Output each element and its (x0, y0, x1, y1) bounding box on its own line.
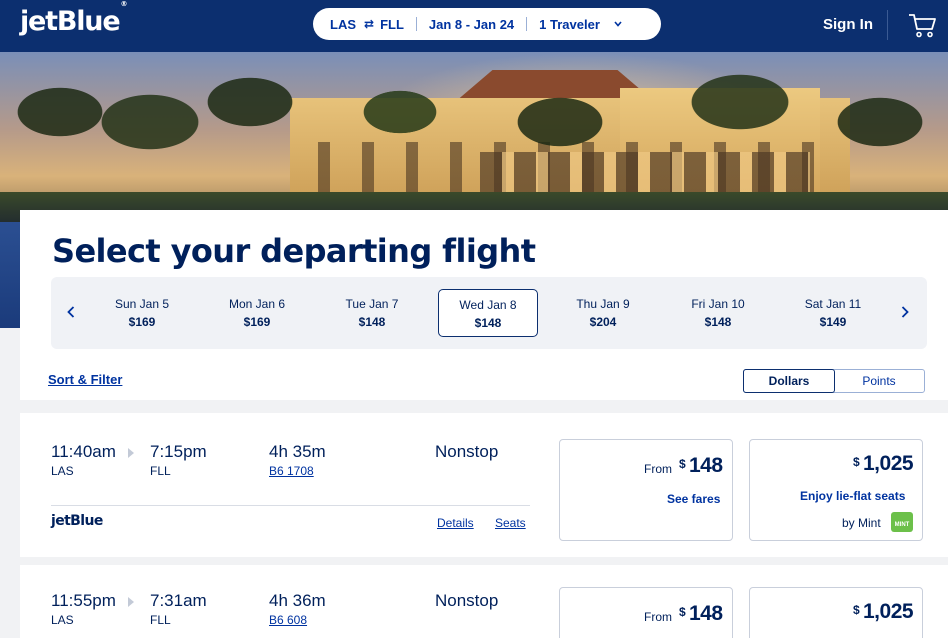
date-label: Mon Jan 6 (228, 297, 286, 311)
sign-in-link[interactable]: Sign In (823, 16, 873, 33)
dollars-option[interactable]: Dollars (743, 369, 835, 393)
top-nav: jetBlue® LAS ⇄ FLL Jan 8 - Jan 24 1 Trav… (0, 0, 948, 52)
arrival-time: 7:31am (150, 591, 207, 610)
date-price: $169 (243, 315, 271, 329)
fare-amount: 1,025 (863, 452, 914, 475)
cart-icon[interactable] (907, 11, 937, 39)
date-label: Tue Jan 7 (345, 297, 399, 311)
header-divider (887, 10, 888, 40)
chevron-left-icon[interactable] (61, 302, 81, 322)
swap-icon: ⇄ (364, 17, 375, 31)
arrival-airport: FLL (150, 464, 171, 478)
airline-logo: jetBlue (51, 513, 103, 529)
date-label: Sun Jan 5 (114, 297, 170, 311)
arrow-right-icon (127, 595, 135, 607)
date-tile-selected[interactable]: Wed Jan 8 $148 (438, 289, 538, 337)
core-fare-button[interactable]: From $ 148 (559, 587, 733, 638)
date-tile[interactable]: Thu Jan 9 $204 (553, 289, 653, 337)
date-price: $148 (474, 316, 502, 330)
flight-duration: 4h 35m (269, 442, 326, 461)
departure-time: 11:55pm (51, 591, 116, 610)
fare-currency: $ (853, 603, 860, 617)
date-label: Wed Jan 8 (459, 298, 517, 312)
date-price: $149 (819, 315, 847, 329)
mint-by-label: by Mint (842, 516, 881, 530)
seats-link[interactable]: Seats (495, 516, 526, 530)
departure-airport: LAS (51, 613, 74, 627)
date-label: Fri Jan 10 (691, 297, 745, 311)
arrow-right-icon (127, 446, 135, 458)
logo-text: jetBlue (20, 6, 121, 37)
flight-card: 11:55pm LAS 7:31am FLL 4h 36m B6 608 Non… (20, 565, 948, 638)
chevron-right-icon[interactable] (895, 302, 915, 322)
date-tile[interactable]: Tue Jan 7 $148 (322, 289, 422, 337)
date-carousel: Sun Jan 5 $169 Mon Jan 6 $169 Tue Jan 7 … (51, 277, 927, 349)
mint-tagline: Enjoy lie-flat seats (800, 489, 906, 503)
fare-amount: 1,025 (863, 600, 914, 623)
core-fare-button[interactable]: From $ 148 See fares (559, 439, 733, 541)
date-price: $148 (704, 315, 732, 329)
flight-duration: 4h 36m (269, 591, 326, 610)
arrival-airport: FLL (150, 613, 171, 627)
flight-number-link[interactable]: B6 608 (269, 613, 307, 627)
date-label: Thu Jan 9 (576, 297, 630, 311)
departure-airport: LAS (51, 464, 74, 478)
destination-code: FLL (380, 16, 404, 32)
date-tile[interactable]: Fri Jan 10 $148 (668, 289, 768, 337)
sort-filter-link[interactable]: Sort & Filter (48, 372, 122, 387)
mint-fare-button[interactable]: $ 1,025 (749, 587, 923, 638)
fare-amount: 148 (689, 602, 723, 625)
stops-info: Nonstop (435, 591, 499, 610)
date-price: $169 (128, 315, 156, 329)
fare-currency: $ (679, 457, 686, 471)
stops-info: Nonstop (435, 442, 499, 461)
currency-toggle: Dollars Points (743, 369, 925, 393)
logo-trademark: ® (120, 0, 128, 8)
date-tile[interactable]: Mon Jan 6 $169 (207, 289, 307, 337)
date-label: Sat Jan 11 (804, 297, 862, 311)
pill-divider (415, 17, 417, 31)
travel-dates: Jan 8 - Jan 24 (428, 16, 515, 32)
flight-search-summary[interactable]: LAS ⇄ FLL Jan 8 - Jan 24 1 Traveler (313, 8, 661, 40)
date-tile[interactable]: Sun Jan 5 $169 (92, 289, 192, 337)
pill-divider (526, 17, 528, 31)
chevron-down-icon[interactable] (614, 20, 622, 28)
fare-from-label: From (644, 462, 672, 476)
mint-fare-button[interactable]: $ 1,025 Enjoy lie-flat seats by Mint MIN… (749, 439, 923, 541)
points-option[interactable]: Points (834, 370, 924, 392)
fare-amount: 148 (689, 454, 723, 477)
fare-currency: $ (853, 455, 860, 469)
flight-card: 11:40am LAS 7:15pm FLL 4h 35m B6 1708 No… (20, 413, 948, 557)
page-title: Select your departing flight (52, 232, 536, 270)
origin-code: LAS (330, 16, 356, 32)
date-tile[interactable]: Sat Jan 11 $149 (783, 289, 883, 337)
traveler-count: 1 Traveler (539, 16, 600, 32)
fare-from-label: From (644, 610, 672, 624)
mint-badge-icon: MINT (891, 512, 913, 532)
see-fares-link[interactable]: See fares (667, 492, 720, 506)
date-price: $204 (589, 315, 617, 329)
flight-number-link[interactable]: B6 1708 (269, 464, 314, 478)
departure-time: 11:40am (51, 442, 116, 461)
date-price: $148 (358, 315, 386, 329)
fare-currency: $ (679, 605, 686, 619)
card-divider (51, 505, 530, 506)
arrival-time: 7:15pm (150, 442, 207, 461)
details-link[interactable]: Details (437, 516, 474, 530)
jetblue-logo[interactable]: jetBlue® (20, 0, 127, 37)
